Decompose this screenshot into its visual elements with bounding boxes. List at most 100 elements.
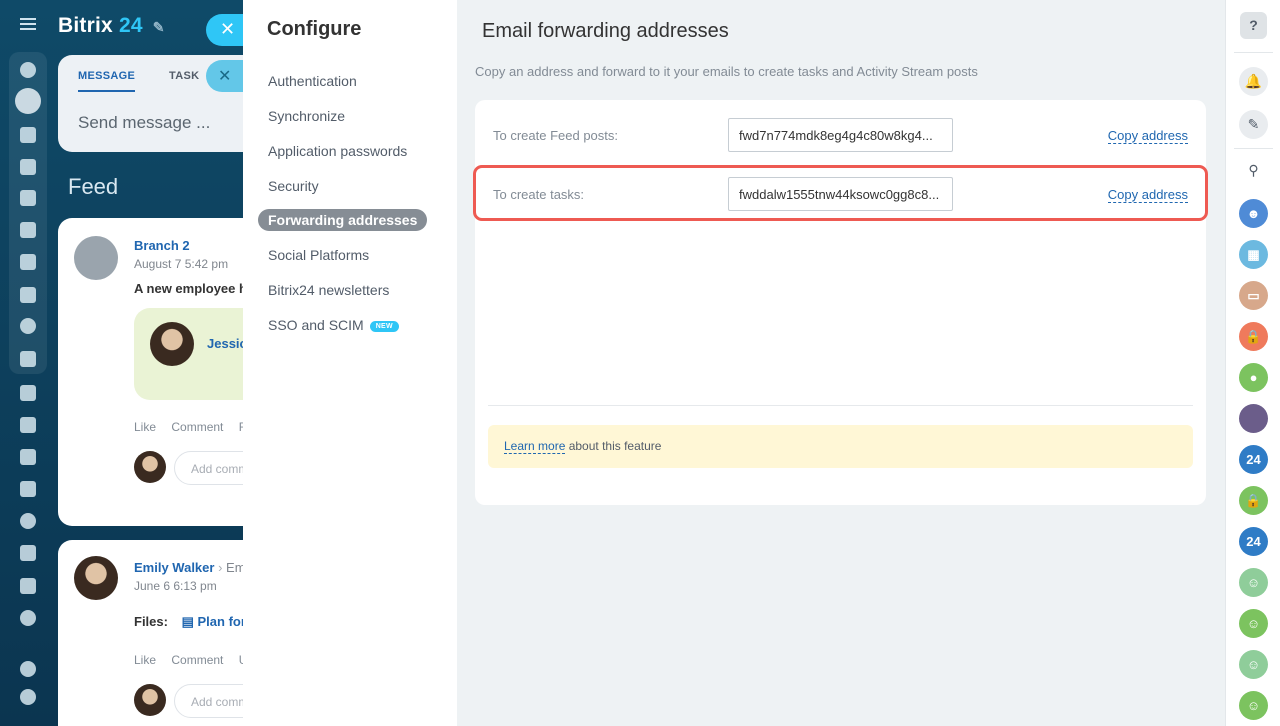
row-label: To create Feed posts: (493, 128, 619, 143)
crm-funnel-icon[interactable] (20, 385, 36, 401)
group-chat-icon[interactable]: ☺ (1239, 650, 1268, 679)
comment-link[interactable]: Comment (171, 653, 223, 667)
right-rail: ? 🔔 ✎ ⚲ ☻ ▦ ▭ 🔒 ● 24 🔒 24 ☺ ☺ ☺ ☺ (1225, 0, 1280, 726)
group-chat-icon[interactable]: ☺ (1239, 609, 1268, 638)
mail-icon[interactable] (20, 287, 36, 303)
contact-center-icon[interactable] (20, 351, 36, 367)
post-files: Files: ▤ Plan for (134, 614, 246, 630)
like-link[interactable]: Like (134, 653, 156, 667)
avatar[interactable] (150, 322, 194, 366)
feed-title: Feed (68, 174, 119, 199)
nav-item-security[interactable]: Security (258, 175, 329, 197)
copy-address-button[interactable]: Copy address (1107, 128, 1188, 144)
feature-note: Learn more about this feature (488, 425, 1193, 468)
documents-icon[interactable] (20, 222, 36, 238)
chevron-right-icon: › (218, 560, 223, 575)
post-author[interactable]: Emily Walker › Em (134, 560, 246, 575)
post-card: Branch 2 August 7 5:42 pm A new employee… (58, 218, 284, 526)
feed-address-field[interactable]: fwd7n774mdk8eg4g4c80w8kg4... (728, 118, 953, 152)
post-text: A new employee h (134, 281, 247, 296)
contact-card-icon[interactable]: ▭ (1239, 281, 1268, 310)
post-date: August 7 5:42 pm (134, 257, 229, 271)
groups-icon[interactable] (20, 318, 36, 334)
nav-item-newsletters[interactable]: Bitrix24 newsletters (258, 279, 399, 301)
post-author-name[interactable]: Emily Walker (134, 560, 214, 575)
bitrix24-chat-icon[interactable]: 24 (1239, 445, 1268, 474)
tab-message[interactable]: MESSAGE (78, 70, 136, 92)
mention-name[interactable]: Jessic (207, 336, 247, 351)
more-icon[interactable] (20, 610, 36, 626)
user-chat-icon[interactable]: ● (1239, 363, 1268, 392)
brand-name: Bitrix (58, 14, 113, 37)
file-link[interactable]: Plan for (198, 614, 246, 629)
mention-card: Jessic (134, 308, 258, 400)
forwarding-card: To create Feed posts: fwd7n774mdk8eg4g4c… (473, 100, 1208, 505)
bank-icon[interactable] (20, 481, 36, 497)
close-icon: ✕ (220, 19, 236, 39)
file-icon: ▤ (181, 614, 194, 629)
new-badge: NEW (369, 321, 399, 332)
edit-pencil-icon[interactable]: ✎ (153, 19, 165, 35)
sign-icon[interactable] (20, 545, 36, 561)
page-description: Copy an address and forward to it your e… (475, 64, 978, 79)
brand-number: 24 (118, 14, 143, 37)
brand-logo[interactable]: Bitrix 24 ✎ (58, 14, 165, 38)
bell-icon[interactable]: 🔔 (1239, 67, 1268, 96)
divider (1234, 148, 1273, 149)
avatar[interactable] (74, 556, 118, 600)
group-chat-icon[interactable]: ☺ (1239, 568, 1268, 597)
avatar (134, 451, 166, 483)
comment-link[interactable]: Comment (171, 420, 223, 434)
close-icon: ✕ (218, 68, 232, 85)
tab-task[interactable]: TASK (169, 70, 199, 82)
like-link[interactable]: Like (134, 420, 156, 434)
learn-more-link[interactable]: Learn more (504, 439, 566, 454)
dashboard-icon[interactable] (20, 62, 36, 78)
robot-icon[interactable] (20, 449, 36, 465)
lock-chat-icon[interactable]: 🔒 (1239, 322, 1268, 351)
bitrix24-chat-icon[interactable]: 24 (1239, 527, 1268, 556)
configure-panel: Configure Authentication Synchronize App… (243, 0, 1225, 726)
row-label: To create tasks: (493, 187, 585, 202)
search-icon[interactable]: ⚲ (1239, 156, 1268, 185)
tasks-address-field[interactable]: fwddalw1555tnw44ksowc0gg8c8... (728, 177, 953, 211)
post-card: Emily Walker › Em June 6 6:13 pm Files: … (58, 540, 284, 726)
files-label: Files: (134, 614, 168, 629)
help-rail-icon[interactable] (20, 661, 36, 677)
copy-address-button[interactable]: Copy address (1107, 187, 1188, 203)
nav-item-forwarding-addresses[interactable]: Forwarding addresses (258, 209, 428, 231)
divider (488, 405, 1193, 406)
nav-item-social-platforms[interactable]: Social Platforms (258, 244, 379, 266)
nav-item-sso-scim[interactable]: SSO and SCIM NEW (258, 314, 409, 336)
chat-icon[interactable] (20, 127, 36, 143)
page-title: Email forwarding addresses (482, 20, 729, 42)
box-icon[interactable] (20, 578, 36, 594)
forward-row-tasks: To create tasks: fwddalw1555tnw44ksowc0g… (475, 173, 1206, 217)
calendar-chat-icon[interactable]: ▦ (1239, 240, 1268, 269)
nav-item-authentication[interactable]: Authentication (258, 70, 367, 92)
menu-icon[interactable] (20, 18, 36, 30)
photo-chat-icon[interactable] (1239, 404, 1268, 433)
left-rail (0, 0, 56, 726)
calendar-icon[interactable] (20, 190, 36, 206)
group-chat-icon[interactable]: ☻ (1239, 199, 1268, 228)
avatar[interactable] (74, 236, 118, 280)
chat-bubble-icon[interactable]: ✎ (1239, 110, 1268, 139)
configure-nav: Configure Authentication Synchronize App… (243, 0, 457, 726)
forward-row-feed: To create Feed posts: fwd7n774mdk8eg4g4c… (475, 114, 1206, 158)
group-chat-icon[interactable]: ☺ (1239, 691, 1268, 720)
nav-item-application-passwords[interactable]: Application passwords (258, 140, 417, 162)
nav-item-synchronize[interactable]: Synchronize (258, 105, 355, 127)
help-icon[interactable]: ? (1240, 12, 1267, 39)
drive-icon[interactable] (20, 254, 36, 270)
feed-icon[interactable] (15, 88, 41, 114)
send-message-input[interactable]: Send message ... (78, 113, 210, 133)
target-icon[interactable] (20, 513, 36, 529)
avatar (134, 684, 166, 716)
tasks-icon[interactable] (20, 159, 36, 175)
divider (1234, 52, 1273, 53)
lock-chat-icon[interactable]: 🔒 (1239, 486, 1268, 515)
structure-icon[interactable] (20, 689, 36, 705)
cart-icon[interactable] (20, 417, 36, 433)
post-author[interactable]: Branch 2 (134, 238, 190, 253)
